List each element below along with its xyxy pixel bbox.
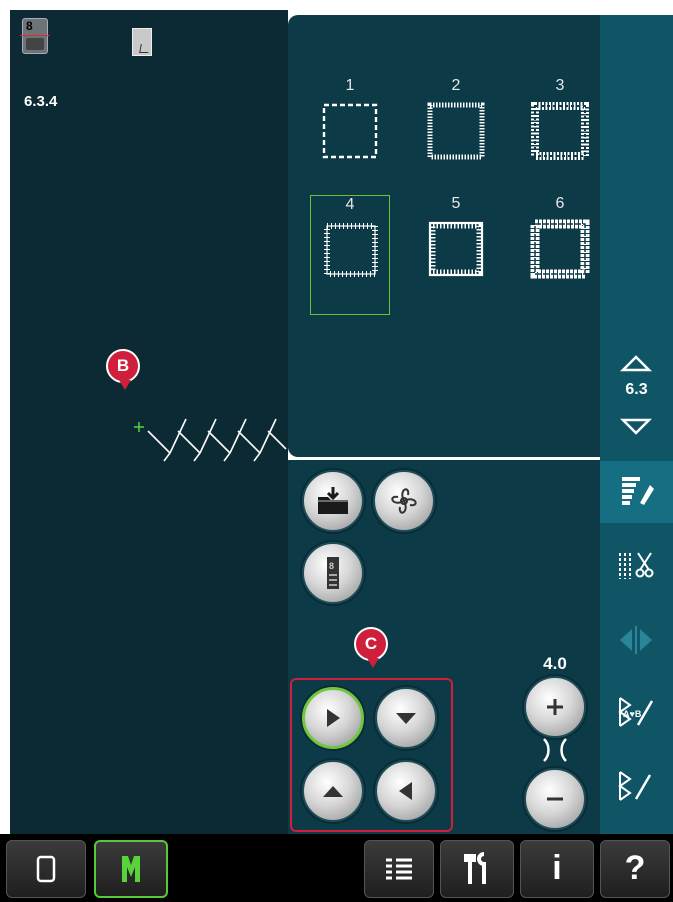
right-sidebar: 6.3 A♥B (600, 15, 673, 834)
triangle-left-icon (399, 782, 412, 800)
arrow-right-button[interactable] (302, 687, 364, 749)
help-icon: ? (624, 849, 646, 887)
square-feather-stitch-icon (324, 223, 378, 277)
sewing-mode-icon (36, 855, 56, 883)
settings-icon (464, 852, 486, 884)
help-button[interactable]: ? (600, 840, 670, 898)
load-stitch-button[interactable] (302, 470, 364, 532)
minus-icon (547, 797, 563, 801)
stitch-selection-grid: 1 2 3 4 5 6 (288, 15, 600, 457)
plus-icon (547, 699, 563, 715)
page-up-icon[interactable] (620, 353, 652, 373)
presser-foot-icon[interactable]: 8 (20, 18, 50, 54)
stitch-number: 3 (555, 77, 565, 94)
settings-button[interactable] (440, 840, 514, 898)
svg-text:8: 8 (329, 561, 334, 571)
info-icon: i (552, 849, 562, 887)
decrease-button[interactable] (524, 768, 586, 830)
stitch-creator-icon: A♥B (618, 697, 654, 727)
stitch-positioning-button[interactable]: 8 (302, 542, 364, 604)
sequence-button[interactable] (600, 757, 673, 819)
sequence-icon (618, 771, 652, 801)
stitch-number: 5 (451, 195, 461, 212)
page-down-icon[interactable] (620, 417, 652, 437)
stitch-tile-5[interactable]: 5 (416, 195, 496, 305)
presser-foot-label: 8 (26, 19, 33, 33)
stitch-menu-icon (622, 477, 654, 505)
callout-c-badge: C (354, 627, 388, 668)
square-ladder-stitch-icon (428, 221, 484, 277)
sewing-mode-button[interactable] (6, 840, 86, 898)
square-decorative-stitch-icon (530, 219, 590, 279)
stitch-creator-button[interactable]: A♥B (600, 683, 673, 745)
mirror-icon (620, 626, 652, 654)
page-number: 6.3 (625, 381, 648, 398)
embroidery-mode-button[interactable] (94, 840, 168, 898)
program-button[interactable] (373, 470, 435, 532)
width-value: 4.0 (543, 654, 567, 673)
stitch-number: 6 (555, 195, 565, 212)
stitch-plate-icon[interactable] (132, 28, 152, 56)
stitch-menu-button[interactable] (600, 461, 673, 523)
stitch-width-icon (543, 738, 567, 762)
stitch-tile-6[interactable]: 6 (520, 195, 600, 305)
stitch-number: 2 (451, 77, 461, 94)
bottom-taskbar: i ? (0, 834, 673, 902)
square-satin-stitch-icon (531, 102, 589, 160)
svg-text:A♥B: A♥B (623, 709, 642, 719)
stitch-tile-1[interactable]: 1 (310, 77, 390, 187)
triangle-down-icon (396, 713, 416, 724)
foot-positioning-icon: 8 (327, 557, 339, 589)
folder-load-icon (318, 487, 348, 514)
callout-b-badge: B (106, 349, 140, 390)
menu-list-button[interactable] (364, 840, 434, 898)
stitch-number-label: 6.3.4 (24, 93, 58, 110)
stitch-preview-graphic (134, 418, 287, 462)
stitch-number: 4 (345, 196, 355, 213)
sewing-machine-screen: 8 6.3.4 B 1 2 3 4 5 6 6.3 A♥B 8 C 4.0 i … (0, 0, 673, 902)
sewing-techniques-button[interactable] (600, 535, 673, 597)
info-button[interactable]: i (520, 840, 594, 898)
arrow-up-button[interactable] (302, 760, 364, 822)
flower-program-icon (391, 488, 417, 514)
square-straight-stitch-icon (322, 103, 378, 159)
arrow-down-button[interactable] (375, 687, 437, 749)
arrow-left-button[interactable] (375, 760, 437, 822)
triangle-up-icon (323, 786, 343, 797)
increase-button[interactable] (524, 676, 586, 738)
mirror-button (600, 609, 673, 671)
stitch-preview-panel: 8 6.3.4 (10, 10, 288, 834)
sewing-techniques-icon (619, 552, 654, 579)
stitch-tile-3[interactable]: 3 (520, 77, 600, 187)
square-zigzag-stitch-icon (427, 102, 485, 160)
menu-list-icon (386, 858, 412, 880)
embroidery-mode-icon (122, 856, 140, 882)
triangle-right-icon (327, 709, 340, 727)
stitch-tile-4[interactable]: 4 (310, 195, 390, 315)
stitch-number: 1 (345, 77, 355, 94)
stitch-tile-2[interactable]: 2 (416, 77, 496, 187)
